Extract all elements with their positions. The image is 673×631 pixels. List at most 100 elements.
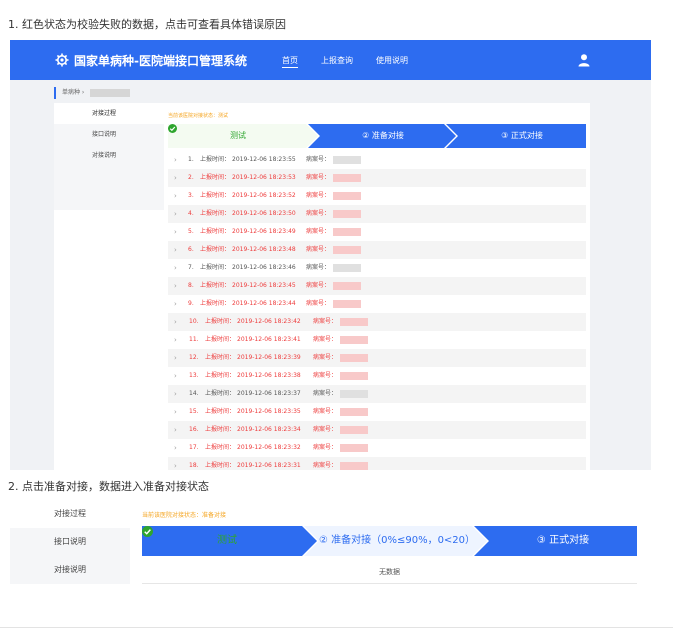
user-icon[interactable] bbox=[577, 53, 591, 67]
upload-time-label: 上报时间： bbox=[200, 264, 231, 271]
upload-time: 2019-12-06 18:23:41 bbox=[237, 336, 301, 343]
upload-time-label: 上报时间： bbox=[205, 336, 236, 343]
row-index: 3. bbox=[188, 192, 194, 199]
instruction-note-1: 1. 红色状态为校验失败的数据，点击可查看具体错误原因 bbox=[8, 18, 286, 31]
upload-record-row[interactable]: › 3. 上报时间： 2019-12-06 18:23:52 病案号： bbox=[168, 187, 586, 205]
nav-report-query[interactable]: 上报查询 bbox=[321, 55, 353, 66]
upload-record-row[interactable]: › 16. 上报时间： 2019-12-06 18:23:34 病案号： bbox=[168, 421, 586, 439]
expand-chevron-icon: › bbox=[174, 462, 177, 470]
upload-time-label: 上报时间： bbox=[205, 408, 236, 415]
case-number-label: 病案号： bbox=[313, 336, 338, 343]
row-index: 17. bbox=[189, 444, 199, 451]
row-index: 15. bbox=[189, 408, 199, 415]
upload-time: 2019-12-06 18:23:55 bbox=[232, 156, 296, 163]
expand-chevron-icon: › bbox=[174, 228, 177, 236]
breadcrumb-item[interactable]: 单病种 bbox=[62, 89, 80, 96]
row-index: 12. bbox=[189, 354, 199, 361]
sidebar: 对接过程 接口说明 对接说明 bbox=[10, 500, 130, 584]
case-number-redacted bbox=[340, 462, 368, 470]
nav-usage-guide[interactable]: 使用说明 bbox=[376, 55, 408, 66]
case-number-label: 病案号： bbox=[306, 246, 331, 253]
case-number-redacted bbox=[333, 246, 361, 254]
case-number-label: 病案号： bbox=[313, 390, 338, 397]
row-index: 5. bbox=[188, 228, 194, 235]
upload-time: 2019-12-06 18:23:46 bbox=[232, 264, 296, 271]
upload-record-row[interactable]: › 6. 上报时间： 2019-12-06 18:23:48 病案号： bbox=[168, 241, 586, 259]
upload-record-row[interactable]: › 4. 上报时间： 2019-12-06 18:23:50 病案号： bbox=[168, 205, 586, 223]
check-circle-icon bbox=[142, 526, 153, 537]
upload-record-row[interactable]: › 18. 上报时间： 2019-12-06 18:23:31 病案号： bbox=[168, 457, 586, 470]
app-title: 国家单病种-医院端接口管理系统 bbox=[74, 54, 247, 68]
upload-time-label: 上报时间： bbox=[205, 426, 236, 433]
upload-time: 2019-12-06 18:23:38 bbox=[237, 372, 301, 379]
sidebar-item-process[interactable]: 对接过程 bbox=[54, 103, 164, 124]
upload-time-label: 上报时间： bbox=[205, 390, 236, 397]
expand-chevron-icon: › bbox=[174, 210, 177, 218]
sidebar-item-guide[interactable]: 对接说明 bbox=[54, 145, 164, 166]
upload-record-row[interactable]: › 14. 上报时间： 2019-12-06 18:23:37 病案号： bbox=[168, 385, 586, 403]
sidebar: 对接过程 接口说明 对接说明 bbox=[54, 103, 164, 470]
case-number-redacted bbox=[340, 318, 368, 326]
step-formal[interactable]: ③ 正式对接 bbox=[489, 526, 637, 556]
case-number-label: 病案号： bbox=[306, 156, 331, 163]
step-test-label: 测试 bbox=[230, 131, 246, 140]
case-number-redacted bbox=[333, 192, 361, 200]
upload-time: 2019-12-06 18:23:44 bbox=[232, 300, 296, 307]
status-text: 当前该医院对接状态：测试 bbox=[168, 113, 229, 119]
expand-chevron-icon: › bbox=[174, 354, 177, 362]
upload-time: 2019-12-06 18:23:32 bbox=[237, 444, 301, 451]
sidebar-item-process[interactable]: 对接过程 bbox=[10, 500, 130, 528]
sidebar-item-api[interactable]: 接口说明 bbox=[10, 528, 130, 556]
upload-record-row[interactable]: › 8. 上报时间： 2019-12-06 18:23:45 病案号： bbox=[168, 277, 586, 295]
upload-record-row[interactable]: › 2. 上报时间： 2019-12-06 18:23:53 病案号： bbox=[168, 169, 586, 187]
case-number-label: 病案号： bbox=[306, 282, 331, 289]
row-index: 16. bbox=[189, 426, 199, 433]
expand-chevron-icon: › bbox=[174, 174, 177, 182]
case-number-label: 病案号： bbox=[313, 426, 338, 433]
case-number-redacted bbox=[333, 210, 361, 218]
upload-record-list: › 1. 上报时间： 2019-12-06 18:23:55 病案号： › 2. 上报时间： 2… bbox=[168, 151, 586, 470]
upload-record-row[interactable]: › 5. 上报时间： 2019-12-06 18:23:49 病案号： bbox=[168, 223, 586, 241]
upload-record-row[interactable]: › 13. 上报时间： 2019-12-06 18:23:38 病案号： bbox=[168, 367, 586, 385]
case-number-redacted bbox=[333, 264, 361, 272]
check-circle-icon bbox=[168, 124, 177, 133]
step-prepare[interactable]: ② 准备对接（0%≤90%，0<20） bbox=[317, 526, 477, 556]
nav-home[interactable]: 首页 bbox=[282, 55, 298, 68]
upload-time-label: 上报时间： bbox=[205, 318, 236, 325]
step-formal[interactable]: ③ 正式对接 bbox=[458, 124, 586, 148]
upload-record-row[interactable]: › 7. 上报时间： 2019-12-06 18:23:46 病案号： bbox=[168, 259, 586, 277]
case-number-redacted bbox=[340, 390, 368, 398]
step-test[interactable]: 测试 bbox=[168, 124, 308, 148]
expand-chevron-icon: › bbox=[174, 156, 177, 164]
upload-time-label: 上报时间： bbox=[205, 372, 236, 379]
upload-record-row[interactable]: › 1. 上报时间： 2019-12-06 18:23:55 病案号： bbox=[168, 151, 586, 169]
upload-time-label: 上报时间： bbox=[200, 156, 231, 163]
upload-record-row[interactable]: › 12. 上报时间： 2019-12-06 18:23:39 病案号： bbox=[168, 349, 586, 367]
upload-record-row[interactable]: › 10. 上报时间： 2019-12-06 18:23:42 病案号： bbox=[168, 313, 586, 331]
case-number-label: 病案号： bbox=[313, 444, 338, 451]
status-text: 当前该医院对接状态：准备对接 bbox=[142, 512, 227, 519]
row-index: 9. bbox=[188, 300, 194, 307]
upload-record-row[interactable]: › 11. 上报时间： 2019-12-06 18:23:41 病案号： bbox=[168, 331, 586, 349]
gear-logo-icon bbox=[55, 53, 69, 67]
divider bbox=[0, 627, 673, 628]
sidebar-item-api[interactable]: 接口说明 bbox=[54, 124, 164, 145]
sidebar-item-guide[interactable]: 对接说明 bbox=[10, 556, 130, 584]
upload-time: 2019-12-06 18:23:31 bbox=[237, 462, 301, 469]
step-test[interactable]: 测试 bbox=[142, 526, 312, 556]
expand-chevron-icon: › bbox=[174, 336, 177, 344]
expand-chevron-icon: › bbox=[174, 444, 177, 452]
expand-chevron-icon: › bbox=[174, 426, 177, 434]
upload-record-row[interactable]: › 17. 上报时间： 2019-12-06 18:23:32 病案号： bbox=[168, 439, 586, 457]
breadcrumb-blurred bbox=[90, 88, 131, 97]
case-number-redacted bbox=[340, 426, 368, 434]
breadcrumb: 单病种 › bbox=[54, 87, 131, 99]
upload-record-row[interactable]: › 15. 上报时间： 2019-12-06 18:23:35 病案号： bbox=[168, 403, 586, 421]
upload-time: 2019-12-06 18:23:48 bbox=[232, 246, 296, 253]
sidebar-rest: 接口说明 对接说明 bbox=[54, 124, 164, 210]
upload-record-row[interactable]: › 9. 上报时间： 2019-12-06 18:23:44 病案号： bbox=[168, 295, 586, 313]
row-index: 18. bbox=[189, 462, 199, 469]
row-index: 10. bbox=[189, 318, 199, 325]
expand-chevron-icon: › bbox=[174, 192, 177, 200]
step-prepare[interactable]: ② 准备对接 bbox=[318, 124, 448, 148]
